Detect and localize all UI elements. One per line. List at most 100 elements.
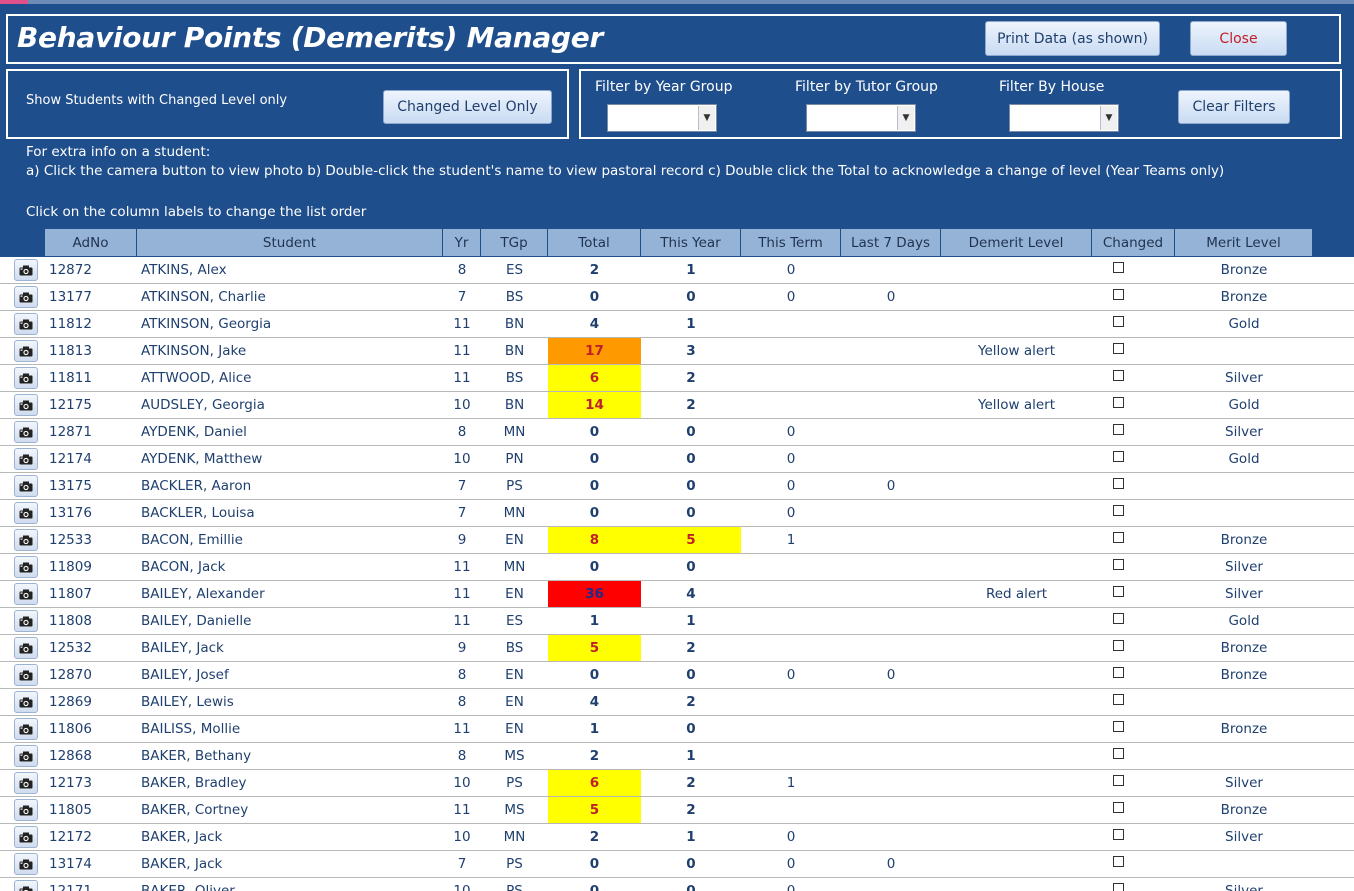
student-name[interactable]: ATTWOOD, Alice <box>137 365 443 391</box>
table-row[interactable]: 12870 BAILEY, Josef 8 EN 0 0 0 0 Bronze <box>0 662 1354 689</box>
camera-button[interactable] <box>14 556 38 578</box>
student-name[interactable]: ATKINSON, Charlie <box>137 284 443 310</box>
changed-checkbox[interactable] <box>1113 369 1124 381</box>
student-name[interactable]: BAILEY, Jack <box>137 635 443 661</box>
house-filter-select[interactable]: ▼ <box>1009 104 1119 132</box>
camera-button[interactable] <box>14 664 38 686</box>
table-row[interactable]: 12869 BAILEY, Lewis 8 EN 4 2 <box>0 689 1354 716</box>
total-cell[interactable]: 6 <box>548 365 641 391</box>
changed-checkbox[interactable] <box>1113 504 1124 516</box>
total-cell[interactable]: 14 <box>548 392 641 418</box>
total-cell[interactable]: 4 <box>548 311 641 337</box>
student-name[interactable]: AYDENK, Daniel <box>137 419 443 445</box>
changed-checkbox[interactable] <box>1113 774 1124 786</box>
table-row[interactable]: 12871 AYDENK, Daniel 8 MN 0 0 0 Silver <box>0 419 1354 446</box>
camera-button[interactable] <box>14 853 38 875</box>
changed-checkbox[interactable] <box>1113 450 1124 462</box>
camera-button[interactable] <box>14 502 38 524</box>
table-row[interactable]: 12175 AUDSLEY, Georgia 10 BN 14 2 Yellow alert… <box>0 392 1354 419</box>
table-row[interactable]: 11807 BAILEY, Alexander 11 EN 36 4 Red alert Si… <box>0 581 1354 608</box>
changed-checkbox[interactable] <box>1113 558 1124 570</box>
header-student[interactable]: Student <box>137 229 443 256</box>
student-name[interactable]: BAKER, Jack <box>137 824 443 850</box>
student-name[interactable]: BACON, Jack <box>137 554 443 580</box>
total-cell[interactable]: 2 <box>548 743 641 769</box>
student-list[interactable]: 12872 ATKINS, Alex 8 ES 2 1 0 Bronze 13177 ATKINS… <box>0 257 1354 891</box>
total-cell[interactable]: 1 <box>548 608 641 634</box>
table-row[interactable]: 11805 BAKER, Cortney 11 MS 5 2 Bronze <box>0 797 1354 824</box>
header-total[interactable]: Total <box>548 229 641 256</box>
total-cell[interactable]: 0 <box>548 662 641 688</box>
header-merit-level[interactable]: Merit Level <box>1175 229 1313 256</box>
table-row[interactable]: 12171 BAKER, Oliver 10 PS 0 0 0 Silver <box>0 878 1354 891</box>
changed-checkbox[interactable] <box>1113 477 1124 489</box>
student-name[interactable]: BAILEY, Alexander <box>137 581 443 607</box>
camera-button[interactable] <box>14 313 38 335</box>
table-row[interactable]: 11806 BAILISS, Mollie 11 EN 1 0 Bronze <box>0 716 1354 743</box>
total-cell[interactable]: 2 <box>548 257 641 283</box>
changed-checkbox[interactable] <box>1113 666 1124 678</box>
student-name[interactable]: BAILEY, Josef <box>137 662 443 688</box>
table-row[interactable]: 12174 AYDENK, Matthew 10 PN 0 0 0 Gold <box>0 446 1354 473</box>
table-row[interactable]: 13174 BAKER, Jack 7 PS 0 0 0 0 <box>0 851 1354 878</box>
camera-button[interactable] <box>14 340 38 362</box>
changed-checkbox[interactable] <box>1113 612 1124 624</box>
student-name[interactable]: AYDENK, Matthew <box>137 446 443 472</box>
table-row[interactable]: 13177 ATKINSON, Charlie 7 BS 0 0 0 0 Bronze <box>0 284 1354 311</box>
header-this-year[interactable]: This Year <box>641 229 741 256</box>
total-cell[interactable]: 1 <box>548 716 641 742</box>
camera-button[interactable] <box>14 718 38 740</box>
changed-checkbox[interactable] <box>1113 828 1124 840</box>
changed-checkbox[interactable] <box>1113 693 1124 705</box>
total-cell[interactable]: 2 <box>548 824 641 850</box>
student-name[interactable]: ATKINSON, Jake <box>137 338 443 364</box>
camera-button[interactable] <box>14 826 38 848</box>
camera-button[interactable] <box>14 637 38 659</box>
chevron-down-icon[interactable]: ▼ <box>1100 106 1117 130</box>
total-cell[interactable]: 8 <box>548 527 641 553</box>
total-cell[interactable]: 17 <box>548 338 641 364</box>
student-name[interactable]: BAKER, Cortney <box>137 797 443 823</box>
table-row[interactable]: 12172 BAKER, Jack 10 MN 2 1 0 Silver <box>0 824 1354 851</box>
changed-checkbox[interactable] <box>1113 720 1124 732</box>
table-row[interactable]: 11812 ATKINSON, Georgia 11 BN 4 1 Gold <box>0 311 1354 338</box>
table-row[interactable]: 11811 ATTWOOD, Alice 11 BS 6 2 Silver <box>0 365 1354 392</box>
camera-button[interactable] <box>14 772 38 794</box>
camera-button[interactable] <box>14 448 38 470</box>
table-row[interactable]: 12173 BAKER, Bradley 10 PS 6 2 1 Silver <box>0 770 1354 797</box>
changed-checkbox[interactable] <box>1113 855 1124 867</box>
total-cell[interactable]: 0 <box>548 851 641 877</box>
total-cell[interactable]: 4 <box>548 689 641 715</box>
changed-checkbox[interactable] <box>1113 315 1124 327</box>
camera-button[interactable] <box>14 529 38 551</box>
student-name[interactable]: ATKINS, Alex <box>137 257 443 283</box>
total-cell[interactable]: 0 <box>548 284 641 310</box>
student-name[interactable]: BAILISS, Mollie <box>137 716 443 742</box>
total-cell[interactable]: 0 <box>548 554 641 580</box>
print-data-button[interactable]: Print Data (as shown) <box>985 21 1160 56</box>
header-tgp[interactable]: TGp <box>481 229 548 256</box>
table-row[interactable]: 12532 BAILEY, Jack 9 BS 5 2 Bronze <box>0 635 1354 662</box>
student-name[interactable]: BAILEY, Danielle <box>137 608 443 634</box>
total-cell[interactable]: 36 <box>548 581 641 607</box>
camera-button[interactable] <box>14 421 38 443</box>
student-name[interactable]: BACKLER, Louisa <box>137 500 443 526</box>
changed-checkbox[interactable] <box>1113 882 1124 891</box>
camera-button[interactable] <box>14 259 38 281</box>
camera-button[interactable] <box>14 475 38 497</box>
header-demerit-level[interactable]: Demerit Level <box>941 229 1092 256</box>
table-row[interactable]: 12872 ATKINS, Alex 8 ES 2 1 0 Bronze <box>0 257 1354 284</box>
camera-button[interactable] <box>14 394 38 416</box>
table-row[interactable]: 12868 BAKER, Bethany 8 MS 2 1 <box>0 743 1354 770</box>
camera-button[interactable] <box>14 799 38 821</box>
table-row[interactable]: 13175 BACKLER, Aaron 7 PS 0 0 0 0 <box>0 473 1354 500</box>
changed-checkbox[interactable] <box>1113 585 1124 597</box>
total-cell[interactable]: 0 <box>548 473 641 499</box>
camera-button[interactable] <box>14 880 38 891</box>
chevron-down-icon[interactable]: ▼ <box>698 106 715 130</box>
total-cell[interactable]: 0 <box>548 500 641 526</box>
camera-button[interactable] <box>14 745 38 767</box>
close-button[interactable]: Close <box>1190 21 1287 56</box>
student-name[interactable]: ATKINSON, Georgia <box>137 311 443 337</box>
student-name[interactable]: BAKER, Bradley <box>137 770 443 796</box>
